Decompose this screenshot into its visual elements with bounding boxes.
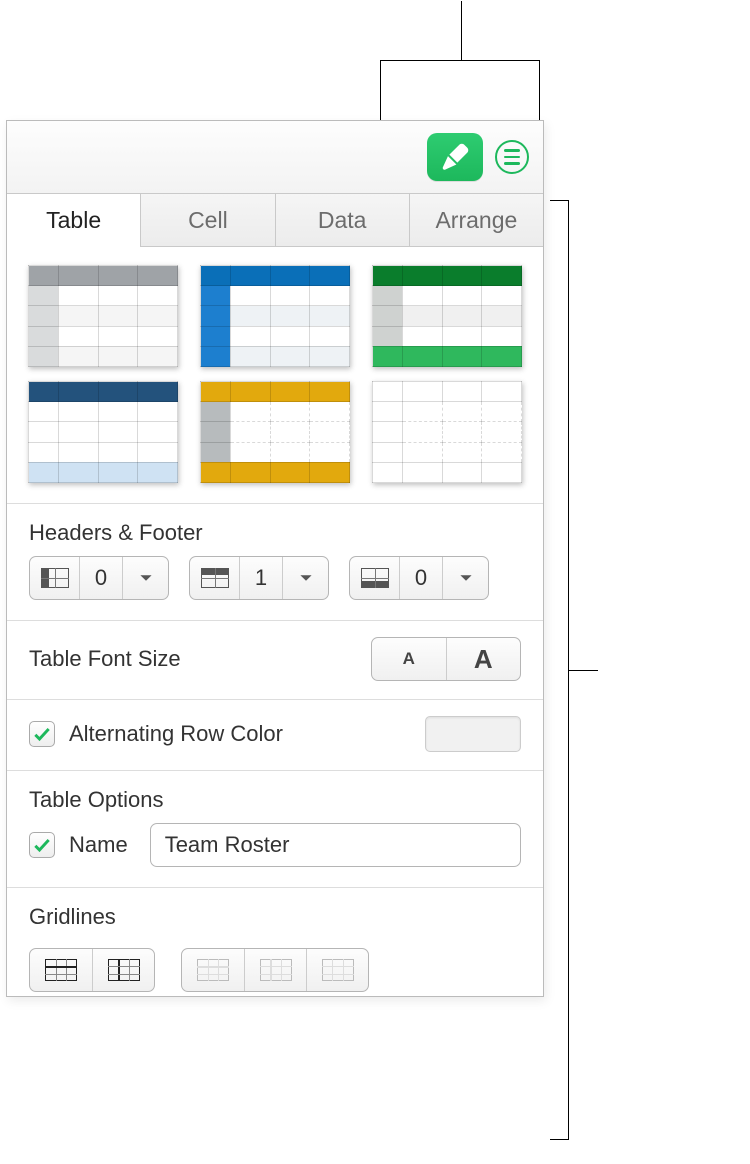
chevron-down-icon bbox=[139, 573, 153, 583]
checkmark-icon bbox=[32, 835, 52, 855]
footer-rows-value: 0 bbox=[400, 557, 442, 599]
alternating-row-checkbox[interactable]: Alternating Row Color bbox=[29, 721, 283, 747]
checkmark-icon bbox=[32, 724, 52, 744]
header-columns-value: 0 bbox=[80, 557, 122, 599]
header-rows-value: 1 bbox=[240, 557, 282, 599]
tab-data[interactable]: Data bbox=[275, 194, 409, 246]
format-button[interactable] bbox=[427, 133, 483, 181]
toolbar bbox=[7, 121, 543, 193]
table-style-1[interactable] bbox=[28, 265, 178, 367]
chevron-down-icon bbox=[459, 573, 473, 583]
header-rows-stepper[interactable]: 1 bbox=[189, 556, 329, 600]
tab-content: Headers & Footer 0 1 0 bbox=[7, 247, 543, 996]
table-style-5[interactable] bbox=[200, 381, 350, 483]
gridlines-outline-button[interactable] bbox=[306, 949, 368, 991]
alternating-row-label: Alternating Row Color bbox=[69, 721, 283, 747]
table-style-2[interactable] bbox=[200, 265, 350, 367]
table-name-label: Name bbox=[69, 832, 128, 858]
gridlines-header-h-button[interactable] bbox=[182, 949, 244, 991]
table-name-checkbox[interactable]: Name bbox=[29, 832, 128, 858]
table-name-input[interactable] bbox=[150, 823, 521, 867]
header-columns-icon bbox=[41, 568, 69, 588]
tab-cell[interactable]: Cell bbox=[140, 194, 274, 246]
table-style-4[interactable] bbox=[28, 381, 178, 483]
table-style-thumbnails bbox=[29, 265, 521, 503]
alternating-row-color-swatch[interactable] bbox=[425, 716, 521, 752]
font-size-smaller-button[interactable]: A bbox=[372, 638, 447, 680]
header-columns-stepper[interactable]: 0 bbox=[29, 556, 169, 600]
font-size-larger-button[interactable]: A bbox=[447, 638, 521, 680]
inspector-tabs: Table Cell Data Arrange bbox=[7, 193, 543, 247]
gridlines-body-group bbox=[29, 948, 155, 992]
font-size-section: Table Font Size A A bbox=[29, 621, 521, 699]
callout-top-bracket bbox=[380, 60, 540, 120]
paintbrush-icon bbox=[440, 142, 470, 172]
footer-rows-icon bbox=[361, 568, 389, 588]
gridlines-title: Gridlines bbox=[29, 904, 521, 930]
gridlines-header-v-button[interactable] bbox=[244, 949, 306, 991]
alternating-row-section: Alternating Row Color bbox=[29, 700, 521, 770]
chevron-down-icon bbox=[299, 573, 313, 583]
headers-footer-section: Headers & Footer 0 1 0 bbox=[29, 504, 521, 620]
inspector-panel: Table Cell Data Arrange bbox=[6, 120, 544, 997]
table-options-section: Table Options Name bbox=[29, 771, 521, 887]
table-style-3[interactable] bbox=[372, 265, 522, 367]
gridlines-header-group bbox=[181, 948, 369, 992]
gridlines-vertical-button[interactable] bbox=[92, 949, 154, 991]
tab-table[interactable]: Table bbox=[7, 194, 140, 247]
gridlines-section: Gridlines bbox=[29, 888, 521, 996]
footer-rows-stepper[interactable]: 0 bbox=[349, 556, 489, 600]
gridlines-horizontal-button[interactable] bbox=[30, 949, 92, 991]
headers-footer-title: Headers & Footer bbox=[29, 520, 521, 546]
tab-arrange[interactable]: Arrange bbox=[409, 194, 543, 246]
header-rows-icon bbox=[201, 568, 229, 588]
table-style-6[interactable] bbox=[372, 381, 522, 483]
callout-right-bracket bbox=[550, 200, 580, 1140]
font-size-title: Table Font Size bbox=[29, 646, 181, 672]
menu-icon bbox=[504, 149, 520, 165]
more-button[interactable] bbox=[495, 140, 529, 174]
font-size-control: A A bbox=[371, 637, 521, 681]
table-options-title: Table Options bbox=[29, 787, 521, 813]
